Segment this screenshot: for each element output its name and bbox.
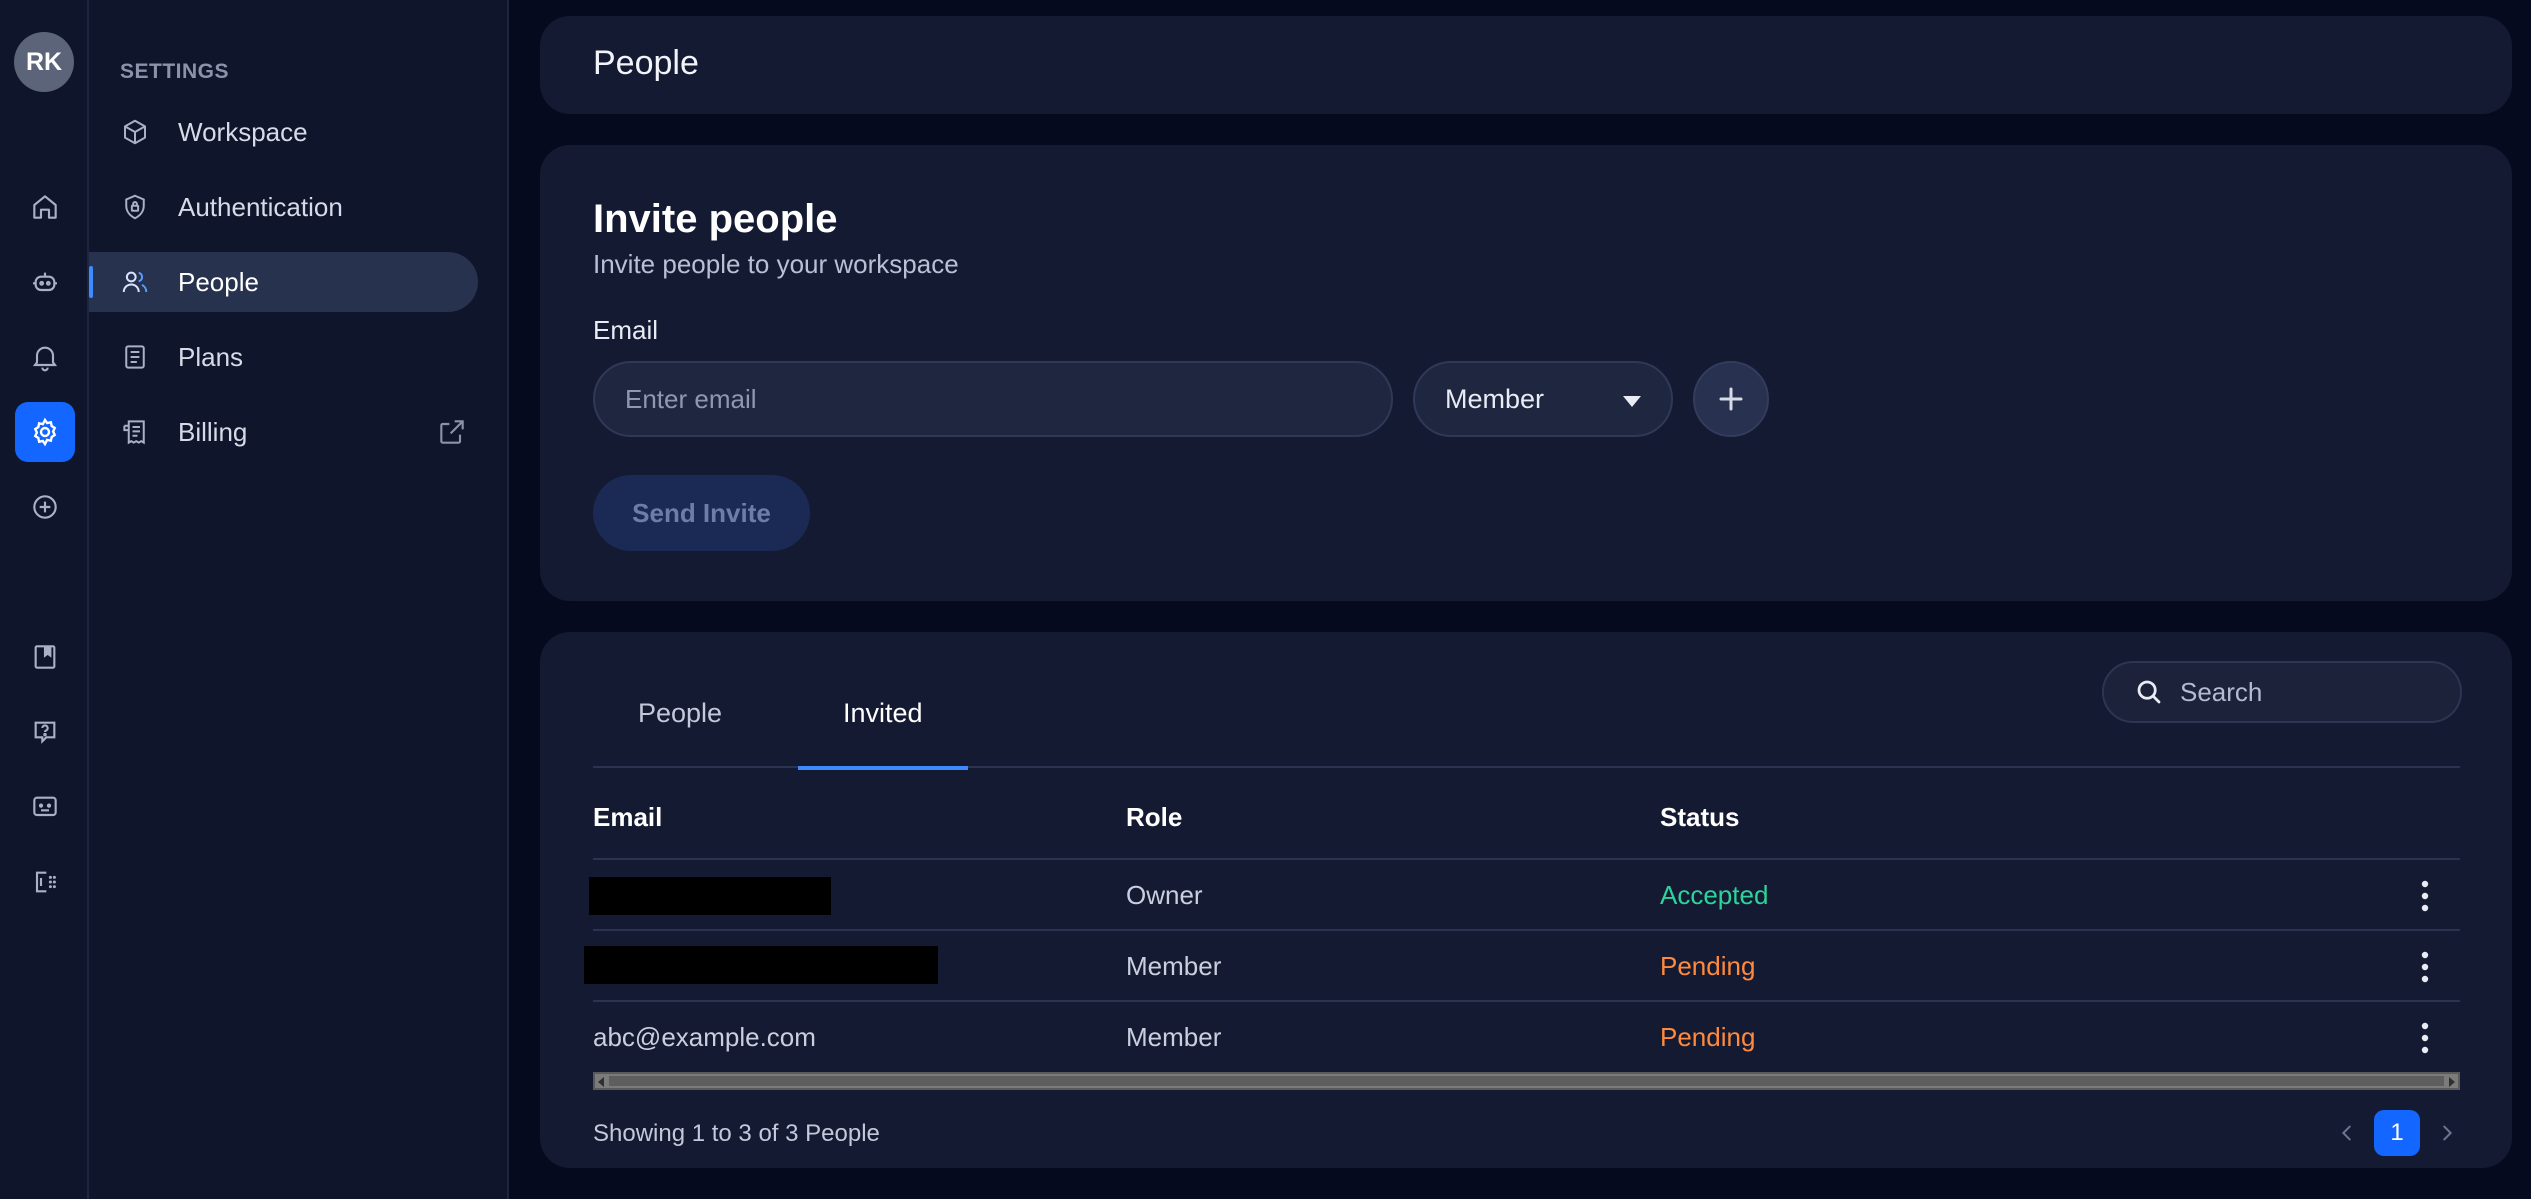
- plus-circle-icon[interactable]: [15, 477, 75, 537]
- more-options-icon[interactable]: [2420, 951, 2430, 983]
- status-badge: Pending: [1660, 951, 1756, 981]
- sidebar-item-label: Billing: [178, 416, 248, 447]
- scroll-right-arrow-icon[interactable]: [2449, 1077, 2455, 1087]
- scrollbar-thumb[interactable]: [609, 1076, 2444, 1086]
- external-link-icon[interactable]: [436, 416, 468, 448]
- avatar[interactable]: RK: [14, 32, 74, 92]
- table-row: Member Pending: [584, 931, 2460, 1002]
- people-icon: [122, 271, 148, 293]
- book-icon[interactable]: [15, 627, 75, 687]
- email-field[interactable]: [593, 361, 1393, 437]
- chat-icon[interactable]: [15, 777, 75, 837]
- column-header-role: Role: [1126, 802, 1183, 832]
- column-header-email: Email: [593, 802, 663, 832]
- sidebar-item-authentication[interactable]: Authentication: [89, 177, 478, 237]
- pagination-summary: Showing 1 to 3 of 3 People: [593, 1120, 880, 1147]
- add-email-button[interactable]: [1693, 361, 1769, 437]
- sidebar-item-plans[interactable]: Plans: [89, 327, 478, 387]
- receipt-icon: [123, 420, 145, 445]
- status-badge: Accepted: [1660, 880, 1769, 910]
- bell-icon[interactable]: [15, 327, 75, 387]
- redacted-email: [584, 946, 938, 984]
- sidebar-item-label: Workspace: [178, 116, 308, 147]
- status-badge: Pending: [1660, 1022, 1756, 1052]
- cell-role: Owner: [1126, 880, 1203, 910]
- more-options-icon[interactable]: [2420, 1022, 2430, 1054]
- invite-heading: Invite people: [593, 197, 838, 241]
- people-list-card: People Invited Search Email Role Status …: [540, 632, 2512, 1168]
- tab-people[interactable]: People: [593, 698, 767, 768]
- horizontal-scrollbar[interactable]: [593, 1072, 2460, 1090]
- home-icon[interactable]: [15, 177, 75, 237]
- cell-role: Member: [1126, 951, 1222, 981]
- scroll-left-arrow-icon[interactable]: [598, 1077, 604, 1087]
- redacted-email: [589, 877, 831, 915]
- sidebar-item-label: Plans: [178, 341, 244, 372]
- invite-subheading: Invite people to your workspace: [593, 249, 959, 279]
- robot-icon[interactable]: [15, 252, 75, 312]
- chevron-right-icon[interactable]: [2432, 1118, 2462, 1148]
- icon-rail: RK: [0, 0, 89, 1199]
- table-header: Email Role Status: [593, 768, 2460, 860]
- role-select-value: Member: [1445, 383, 1545, 414]
- cube-icon: [124, 119, 146, 145]
- more-options-icon[interactable]: [2420, 880, 2430, 912]
- sidebar-heading: SETTINGS: [120, 60, 230, 83]
- column-header-status: Status: [1660, 802, 1740, 832]
- table-row: abc@example.com Member Pending: [593, 1002, 2460, 1073]
- search-placeholder: Search: [2180, 676, 2263, 707]
- page-button[interactable]: 1: [2374, 1110, 2420, 1156]
- gear-icon[interactable]: [15, 402, 75, 462]
- app: RK SETTINGS Workspace Authentication Peo…: [0, 0, 2531, 1199]
- sidebar-item-workspace[interactable]: Workspace: [89, 102, 478, 162]
- role-select[interactable]: Member: [1413, 361, 1673, 437]
- logout-icon[interactable]: [15, 852, 75, 912]
- sidebar-item-people[interactable]: People: [89, 252, 478, 312]
- cell-role: Member: [1126, 1022, 1222, 1052]
- settings-sidebar: SETTINGS Workspace Authentication People…: [89, 0, 509, 1199]
- plus-icon: [1719, 387, 1743, 411]
- send-invite-button[interactable]: Send Invite: [593, 475, 810, 551]
- cell-email: abc@example.com: [593, 1022, 816, 1052]
- invite-card: Invite people Invite people to your work…: [540, 145, 2512, 601]
- pagination: 1: [2332, 1110, 2462, 1156]
- sidebar-item-label: People: [178, 266, 259, 297]
- sidebar-item-billing[interactable]: Billing: [89, 402, 478, 462]
- table-row: Owner Accepted: [589, 860, 2460, 931]
- chevron-left-icon[interactable]: [2332, 1118, 2362, 1148]
- page-title: People: [593, 44, 699, 82]
- email-label: Email: [593, 315, 659, 345]
- document-icon: [125, 345, 145, 369]
- shield-lock-icon: [125, 194, 145, 220]
- help-icon[interactable]: [15, 702, 75, 762]
- tab-invited[interactable]: Invited: [798, 698, 968, 770]
- page-header: People: [540, 16, 2512, 114]
- sidebar-item-label: Authentication: [178, 191, 343, 222]
- caret-down-icon: [1623, 396, 1641, 407]
- search-icon: [2137, 680, 2161, 704]
- search-input[interactable]: Search: [2102, 661, 2462, 723]
